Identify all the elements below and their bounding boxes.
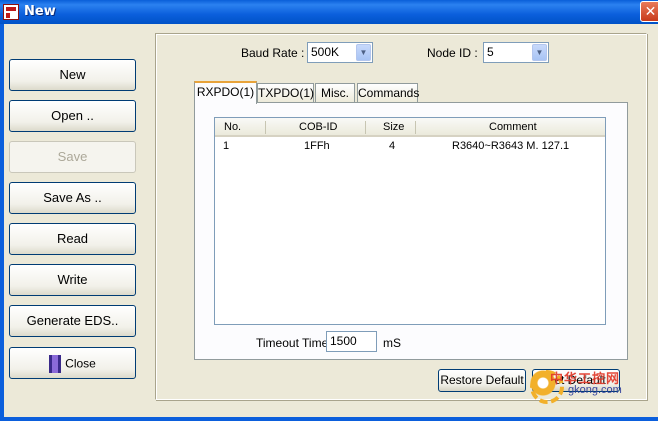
app-window: New ✕ New Open .. Save Save As .. Read W… [0,0,658,421]
read-button[interactable]: Read [9,223,136,255]
cell-cob-id: 1FFh [304,140,330,152]
close-button-label: Close [65,356,96,371]
node-id-label: Node ID : [427,46,478,60]
window-title: New [24,4,56,19]
open-button[interactable]: Open .. [9,100,136,132]
save-as-button[interactable]: Save As .. [9,182,136,214]
app-icon [3,4,19,20]
column-header-cob-id[interactable]: COB-ID [299,118,338,137]
chevron-down-icon[interactable]: ▼ [532,44,547,61]
baud-rate-label: Baud Rate : [241,46,305,60]
title-bar[interactable]: New ✕ [0,0,658,24]
tab-rxpdo[interactable]: RXPDO(1) [194,81,257,104]
save-button[interactable]: Save [9,141,136,173]
chevron-down-icon[interactable]: ▼ [356,44,371,61]
column-header-no[interactable]: No. [224,118,241,137]
timeout-label: Timeout Time: [256,336,332,350]
list-header: No. COB-ID Size Comment [215,118,605,137]
cell-comment: R3640~R3643 M. 127.1 [452,140,570,152]
cell-size: 4 [389,140,396,152]
tab-txpdo[interactable]: TXPDO(1) [257,83,314,103]
column-divider[interactable] [415,121,416,134]
column-divider[interactable] [365,121,366,134]
generate-eds-button[interactable]: Generate EDS.. [9,305,136,337]
watermark-url: gkong.com [568,384,622,396]
close-button[interactable]: Close [9,347,136,379]
node-id-value: 5 [487,45,494,59]
tab-misc[interactable]: Misc. [315,83,355,103]
cell-no: 1 [223,140,230,152]
column-header-comment[interactable]: Comment [489,118,537,137]
write-button[interactable]: Write [9,264,136,296]
baud-rate-select[interactable]: 500K ▼ [307,42,373,63]
restore-default-button[interactable]: Restore Default [438,369,526,392]
timeout-input[interactable]: 1500 [326,331,377,352]
column-header-size[interactable]: Size [383,118,404,137]
column-divider[interactable] [265,121,266,134]
window-frame-bottom [0,417,658,421]
exit-door-icon [49,354,62,373]
watermark: 中华工控网 gkong.com [528,366,656,408]
window-frame-left [0,24,4,421]
pdo-list[interactable]: No. COB-ID Size Comment 1 1FFh 4 R3640~R… [214,117,606,325]
window-close-button[interactable]: ✕ [640,1,658,22]
tab-commands[interactable]: Commands [357,83,419,103]
timeout-unit: mS [383,336,401,350]
baud-rate-value: 500K [311,45,340,59]
node-id-select[interactable]: 5 ▼ [483,42,549,63]
new-button[interactable]: New [9,59,136,91]
